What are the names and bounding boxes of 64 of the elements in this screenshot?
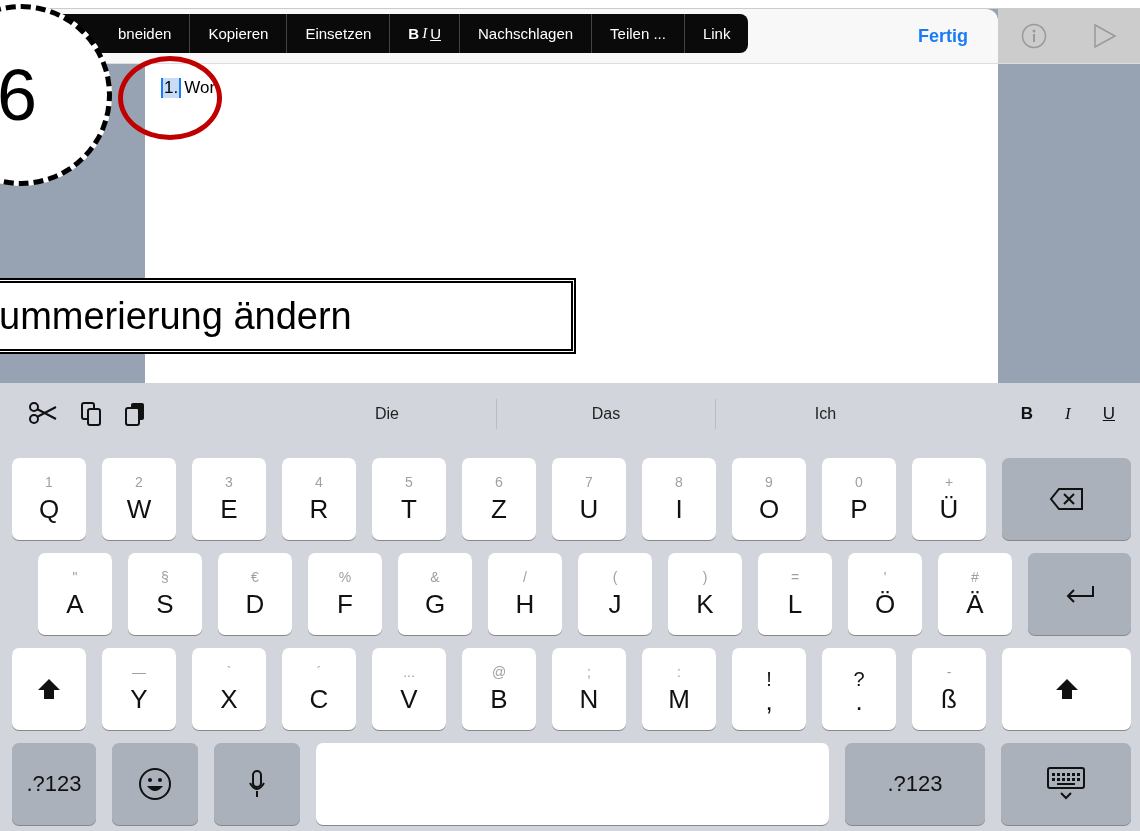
suggestion[interactable]: Das (497, 399, 716, 429)
letter-key[interactable]: # Ä (938, 553, 1012, 635)
hide-keyboard-key[interactable] (1001, 743, 1131, 825)
letter-key[interactable]: + Ü (912, 458, 986, 540)
menu-item[interactable]: bneiden (112, 14, 191, 53)
punctuation-key[interactable]: ? . (822, 648, 896, 730)
letter-key[interactable]: ) K (668, 553, 742, 635)
backspace-key[interactable] (1002, 458, 1131, 540)
scissors-icon[interactable] (28, 401, 58, 425)
letter-key[interactable]: § S (128, 553, 202, 635)
letter-key[interactable]: & G (398, 553, 472, 635)
shift-icon (1054, 678, 1079, 700)
emoji-key[interactable] (112, 743, 198, 825)
format-button[interactable]: I (1065, 404, 1071, 424)
letter-key[interactable]: 1 Q (12, 458, 86, 540)
letter-key[interactable]: " A (38, 553, 112, 635)
numbers-key[interactable]: .?123 (12, 743, 96, 825)
letter-key[interactable]: 9 O (732, 458, 806, 540)
backspace-icon (1048, 487, 1085, 511)
document-text: Wor (184, 78, 216, 98)
letter-key[interactable]: - ß (912, 648, 986, 730)
shift-key[interactable] (12, 648, 86, 730)
menu-item[interactable]: Kopieren (190, 14, 288, 53)
menu-item[interactable]: Link (684, 14, 749, 53)
letter-key[interactable]: ; N (552, 648, 626, 730)
letter-key[interactable]: @ B (462, 648, 536, 730)
letter-key[interactable]: 7 U (552, 458, 626, 540)
smiley-icon (138, 767, 172, 801)
copy-icon[interactable] (80, 401, 102, 427)
format-button[interactable]: B (1020, 404, 1034, 424)
letter-key[interactable]: 6 Z (462, 458, 536, 540)
letter-key[interactable]: 5 T (372, 458, 446, 540)
letter-key[interactable]: / H (488, 553, 562, 635)
keyboard-hide-icon (1046, 766, 1086, 802)
letter-key[interactable]: = L (758, 553, 832, 635)
done-button[interactable]: Fertig (912, 24, 974, 48)
suggestion[interactable]: Die (278, 399, 497, 429)
punctuation-key[interactable]: ! , (732, 648, 806, 730)
letter-key[interactable]: — Y (102, 648, 176, 730)
letter-key[interactable]: 4 R (282, 458, 356, 540)
selected-text: 1. (161, 78, 182, 98)
letter-key[interactable]: 0 P (822, 458, 896, 540)
letter-key[interactable]: 2 W (102, 458, 176, 540)
menu-item[interactable]: Nachschlagen (460, 14, 593, 53)
letter-key[interactable]: ... V (372, 648, 446, 730)
letter-key[interactable]: % F (308, 553, 382, 635)
letter-key[interactable]: ` X (192, 648, 266, 730)
suggestion[interactable]: Ich (716, 399, 935, 429)
format-button[interactable]: U (1102, 404, 1115, 424)
microphone-icon (248, 769, 266, 799)
letter-key[interactable]: 8 I (642, 458, 716, 540)
letter-key[interactable]: ´ C (282, 648, 356, 730)
letter-key[interactable]: 3 E (192, 458, 266, 540)
letter-key[interactable]: : M (642, 648, 716, 730)
letter-key[interactable]: ( J (578, 553, 652, 635)
numbers-key[interactable]: .?123 (845, 743, 985, 825)
shift-icon (37, 678, 61, 700)
menu-item[interactable]: Teilen ... (592, 14, 685, 53)
format-menu-item[interactable]: B I U (390, 14, 460, 53)
letter-key[interactable]: € D (218, 553, 292, 635)
menu-item[interactable]: Einsetzen (287, 14, 391, 53)
paste-icon[interactable] (124, 401, 146, 427)
letter-key[interactable]: ' Ö (848, 553, 922, 635)
caption-label: ummerierung ändern (0, 278, 576, 354)
